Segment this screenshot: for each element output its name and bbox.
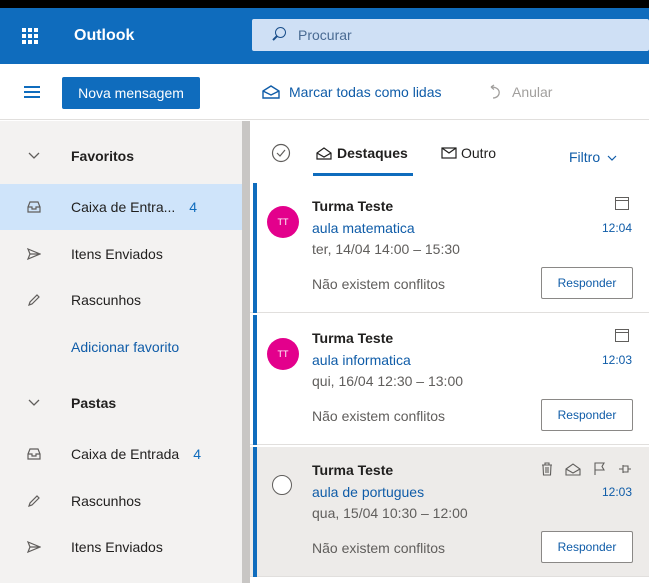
pin-icon[interactable] bbox=[617, 461, 633, 477]
sender-name: Turma Teste bbox=[312, 462, 394, 478]
select-all-checkmark-icon[interactable] bbox=[271, 143, 291, 163]
chevron-down-icon bbox=[607, 155, 617, 162]
pencil-icon bbox=[26, 293, 42, 307]
favorites-label: Favoritos bbox=[71, 148, 135, 164]
sidebar-item-inbox[interactable]: Caixa de Entrada 4 bbox=[0, 431, 242, 477]
hamburger-menu-icon[interactable] bbox=[24, 86, 40, 98]
app-launcher-button[interactable] bbox=[0, 8, 60, 64]
sender-name: Turma Teste bbox=[312, 198, 394, 214]
unread-indicator-bar bbox=[253, 447, 257, 577]
unread-count: 4 bbox=[189, 199, 198, 215]
window-top-strip bbox=[0, 0, 649, 8]
message-item[interactable]: TT Turma Teste aula informatica qui, 16/… bbox=[250, 315, 649, 445]
undo-icon bbox=[487, 84, 503, 100]
waffle-icon bbox=[22, 28, 38, 44]
reply-button[interactable]: Responder bbox=[541, 267, 633, 299]
calendar-icon bbox=[615, 329, 629, 342]
sender-name: Turma Teste bbox=[312, 330, 394, 346]
mark-all-read-label: Marcar todas como lidas bbox=[289, 84, 442, 100]
sidebar-item-sent[interactable]: Itens Enviados bbox=[0, 524, 242, 570]
event-datetime: qua, 15/04 10:30 – 12:00 bbox=[312, 505, 468, 521]
folder-pane: Favoritos Caixa de Entra... 4 Itens Envi… bbox=[0, 121, 242, 583]
sidebar-item-fav-inbox[interactable]: Caixa de Entra... 4 bbox=[0, 184, 242, 230]
mark-read-icon[interactable] bbox=[565, 461, 581, 477]
chevron-down-icon bbox=[26, 399, 42, 407]
other-tab-icon bbox=[441, 147, 457, 159]
send-icon bbox=[26, 248, 42, 260]
conflict-status: Não existem conflitos bbox=[312, 276, 446, 292]
unread-indicator-bar bbox=[253, 315, 257, 445]
calendar-icon bbox=[615, 197, 629, 210]
sidebar-item-label: Rascunhos bbox=[71, 292, 142, 308]
unread-indicator-bar bbox=[253, 183, 257, 313]
add-favorite-link[interactable]: Adicionar favorito bbox=[0, 324, 242, 370]
received-time: 12:04 bbox=[601, 221, 632, 235]
flag-icon[interactable] bbox=[591, 461, 607, 477]
add-favorite-label: Adicionar favorito bbox=[71, 339, 180, 355]
message-subject: aula informatica bbox=[312, 352, 411, 368]
avatar: TT bbox=[267, 206, 299, 238]
folders-header[interactable]: Pastas bbox=[0, 380, 242, 426]
reply-button[interactable]: Responder bbox=[541, 531, 633, 563]
sidebar-item-label: Itens Enviados bbox=[71, 246, 163, 262]
filter-label: Filtro bbox=[569, 149, 601, 165]
mark-all-read-button[interactable]: Marcar todas como lidas bbox=[262, 78, 442, 106]
quick-actions bbox=[539, 461, 633, 477]
new-message-button[interactable]: Nova mensagem bbox=[62, 77, 200, 109]
search-input[interactable] bbox=[298, 27, 598, 43]
folders-label: Pastas bbox=[71, 395, 117, 411]
delete-icon[interactable] bbox=[539, 461, 555, 477]
open-envelope-icon bbox=[262, 85, 280, 99]
search-icon bbox=[270, 26, 288, 44]
inbox-icon bbox=[26, 448, 42, 460]
avatar: TT bbox=[267, 338, 299, 370]
received-time: 12:03 bbox=[601, 353, 632, 367]
chevron-down-icon bbox=[26, 152, 42, 160]
sidebar-item-label: Itens Enviados bbox=[71, 539, 163, 555]
tab-other-label: Outro bbox=[461, 145, 497, 161]
unread-count: 4 bbox=[193, 446, 201, 462]
list-header: Destaques Outro Filtro bbox=[250, 121, 649, 183]
send-icon bbox=[26, 541, 42, 553]
event-datetime: qui, 16/04 12:30 – 13:00 bbox=[312, 373, 464, 389]
message-subject: aula matematica bbox=[312, 220, 415, 236]
conflict-status: Não existem conflitos bbox=[312, 540, 446, 556]
undo-label: Anular bbox=[512, 84, 553, 100]
message-list: Destaques Outro Filtro TT Turma Teste au… bbox=[250, 121, 649, 583]
message-item[interactable]: TT Turma Teste aula matematica ter, 14/0… bbox=[250, 183, 649, 313]
command-bar: Nova mensagem Marcar todas como lidas An… bbox=[0, 64, 649, 120]
tab-focused[interactable]: Destaques bbox=[313, 145, 413, 176]
focused-tab-icon bbox=[316, 146, 332, 160]
tab-focused-label: Destaques bbox=[337, 145, 408, 161]
search-box[interactable] bbox=[252, 19, 649, 51]
select-message-checkbox[interactable] bbox=[272, 475, 292, 495]
folder-pane-scrollbar[interactable] bbox=[242, 121, 250, 583]
reply-button[interactable]: Responder bbox=[541, 399, 633, 431]
app-title[interactable]: Outlook bbox=[60, 27, 250, 45]
sidebar-item-label: Caixa de Entra... bbox=[71, 199, 176, 215]
favorites-header[interactable]: Favoritos bbox=[0, 133, 242, 179]
conflict-status: Não existem conflitos bbox=[312, 408, 446, 424]
inbox-icon bbox=[26, 201, 42, 213]
tab-other[interactable]: Outro bbox=[441, 145, 496, 161]
sidebar-item-label: Caixa de Entrada bbox=[71, 446, 180, 462]
sidebar-item-label: Rascunhos bbox=[71, 493, 142, 509]
event-datetime: ter, 14/04 14:00 – 15:30 bbox=[312, 241, 460, 257]
message-item[interactable]: Turma Teste aula de portugues qua, 15/04… bbox=[250, 447, 649, 577]
message-subject: aula de portugues bbox=[312, 484, 425, 500]
sidebar-item-fav-sent[interactable]: Itens Enviados bbox=[0, 231, 242, 277]
sidebar-item-drafts[interactable]: Rascunhos bbox=[0, 478, 242, 524]
undo-button[interactable]: Anular bbox=[487, 78, 552, 106]
sidebar-item-fav-drafts[interactable]: Rascunhos bbox=[0, 277, 242, 323]
pencil-icon bbox=[26, 494, 42, 508]
filter-button[interactable]: Filtro bbox=[569, 149, 617, 165]
received-time: 12:03 bbox=[601, 485, 632, 499]
